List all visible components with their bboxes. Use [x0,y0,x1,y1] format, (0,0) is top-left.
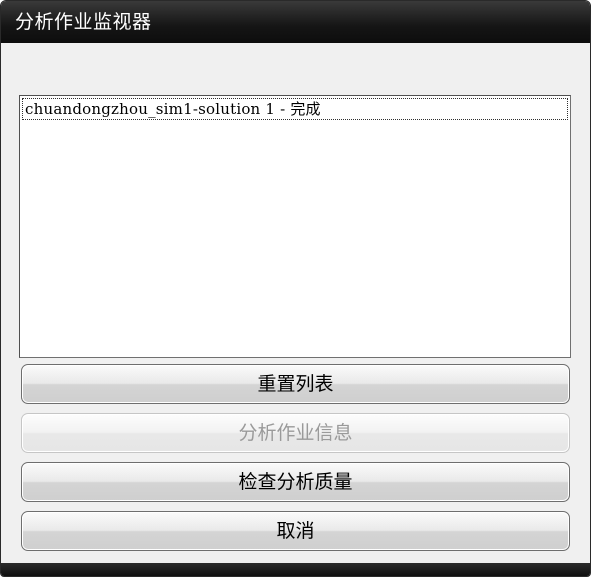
title-bar: 分析作业监视器 [1,1,590,43]
job-list[interactable]: chuandongzhou_sim1-solution 1 - 完成 [19,95,571,358]
cancel-button[interactable]: 取消 [21,511,570,551]
analysis-job-monitor-dialog: 分析作业监视器 chuandongzhou_sim1-solution 1 - … [0,0,591,577]
reset-list-button[interactable]: 重置列表 [21,364,570,404]
dialog-title: 分析作业监视器 [15,11,152,33]
job-info-button[interactable]: 分析作业信息 [21,413,570,453]
list-item[interactable]: chuandongzhou_sim1-solution 1 - 完成 [22,98,568,120]
bottom-frame [1,563,590,576]
check-quality-button[interactable]: 检查分析质量 [21,462,570,502]
